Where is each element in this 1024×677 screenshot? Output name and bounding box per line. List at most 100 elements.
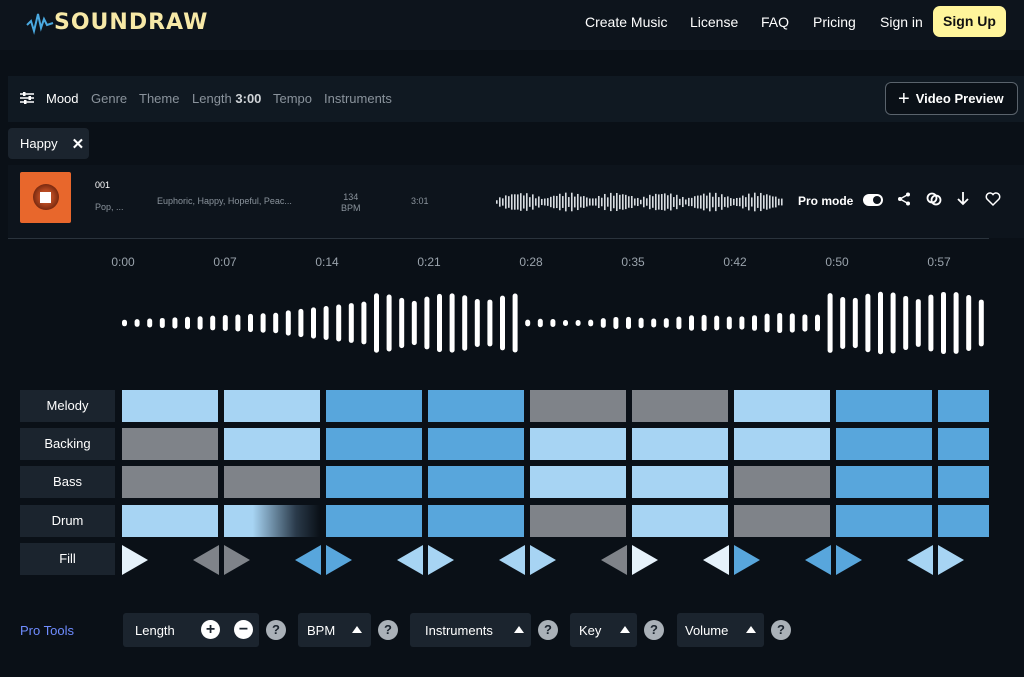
sliders-icon[interactable] [20, 91, 34, 105]
stop-icon[interactable] [40, 192, 51, 203]
filter-length[interactable]: Length 3:00 [192, 91, 261, 106]
fill-right-arrow[interactable] [836, 545, 862, 575]
fill-left-arrow[interactable] [193, 545, 219, 575]
section-block[interactable] [836, 466, 932, 498]
fill-left-arrow[interactable] [907, 545, 933, 575]
section-block[interactable] [938, 428, 989, 460]
mini-waveform-bar [502, 198, 504, 206]
fill-left-arrow[interactable] [703, 545, 729, 575]
row-label-backing[interactable]: Backing [20, 428, 115, 460]
fill-left-arrow[interactable] [397, 545, 423, 575]
track-bpm: 134 BPM [341, 192, 361, 214]
volume-tool[interactable]: Volume [677, 613, 764, 647]
fill-right-arrow[interactable] [530, 545, 556, 575]
mini-waveform-bar [736, 197, 738, 207]
instruments-tool[interactable]: Instruments [410, 613, 531, 647]
fill-right-arrow[interactable] [734, 545, 760, 575]
help-icon[interactable]: ? [644, 620, 664, 640]
video-preview-button[interactable]: + Video Preview [885, 82, 1018, 115]
section-block[interactable] [734, 390, 830, 422]
nav-pricing[interactable]: Pricing [813, 14, 856, 30]
section-block[interactable] [122, 466, 218, 498]
mini-waveform-bar [619, 194, 621, 210]
section-block[interactable] [836, 390, 932, 422]
fill-left-arrow[interactable] [601, 545, 627, 575]
section-block[interactable] [530, 390, 626, 422]
fill-right-arrow[interactable] [122, 545, 148, 575]
pro-mode-toggle[interactable] [863, 194, 883, 206]
share-icon[interactable] [896, 191, 912, 207]
row-label-bass[interactable]: Bass [20, 466, 115, 498]
filter-theme[interactable]: Theme [139, 91, 179, 106]
section-block[interactable] [326, 466, 422, 498]
section-block[interactable] [122, 505, 218, 537]
filter-instruments[interactable]: Instruments [324, 91, 392, 106]
mini-waveform[interactable] [496, 190, 786, 214]
waveform-bar [424, 296, 430, 350]
section-block[interactable] [530, 428, 626, 460]
section-block[interactable] [530, 466, 626, 498]
section-block[interactable] [428, 390, 524, 422]
section-block[interactable] [836, 428, 932, 460]
logo[interactable]: SOUNDRAW [26, 10, 208, 35]
section-block[interactable] [938, 390, 989, 422]
close-icon[interactable]: ✕ [72, 135, 85, 153]
filter-genre[interactable]: Genre [91, 91, 127, 106]
nav-sign-in[interactable]: Sign in [880, 14, 923, 30]
section-block[interactable] [632, 428, 728, 460]
download-icon[interactable] [955, 191, 971, 207]
section-block[interactable] [632, 390, 728, 422]
fill-left-arrow[interactable] [499, 545, 525, 575]
section-block[interactable] [326, 505, 422, 537]
help-icon[interactable]: ? [266, 620, 286, 640]
row-label-drum[interactable]: Drum [20, 505, 115, 537]
track-row[interactable]: 001 Pop, ... Euphoric, Happy, Hopeful, P… [8, 165, 1024, 238]
similar-icon[interactable] [926, 191, 942, 207]
fill-right-arrow[interactable] [326, 545, 352, 575]
section-block[interactable] [836, 505, 932, 537]
minus-icon[interactable]: − [234, 620, 253, 639]
section-block[interactable] [326, 390, 422, 422]
section-block[interactable] [938, 505, 989, 537]
fill-right-arrow[interactable] [428, 545, 454, 575]
section-block[interactable] [224, 428, 320, 460]
section-block[interactable] [734, 505, 830, 537]
section-block[interactable] [734, 466, 830, 498]
help-icon[interactable]: ? [378, 620, 398, 640]
nav-license[interactable]: License [690, 14, 738, 30]
section-block[interactable] [122, 390, 218, 422]
key-tool[interactable]: Key [570, 613, 637, 647]
nav-faq[interactable]: FAQ [761, 14, 789, 30]
heart-icon[interactable] [985, 191, 1001, 207]
help-icon[interactable]: ? [771, 620, 791, 640]
row-label-fill[interactable]: Fill [20, 543, 115, 575]
filter-tempo[interactable]: Tempo [273, 91, 312, 106]
track-cover[interactable] [20, 172, 71, 223]
section-block[interactable] [326, 428, 422, 460]
section-block[interactable] [224, 466, 320, 498]
section-block[interactable] [428, 466, 524, 498]
fill-right-arrow[interactable] [224, 545, 250, 575]
main-waveform[interactable] [118, 288, 990, 358]
bpm-tool[interactable]: BPM [298, 613, 371, 647]
fill-left-arrow[interactable] [805, 545, 831, 575]
fill-left-arrow[interactable] [295, 545, 321, 575]
fill-right-arrow[interactable] [938, 545, 964, 575]
help-icon[interactable]: ? [538, 620, 558, 640]
section-block[interactable] [224, 390, 320, 422]
section-block[interactable] [734, 428, 830, 460]
filter-mood[interactable]: Mood [46, 91, 79, 106]
section-block[interactable] [224, 505, 320, 537]
section-block[interactable] [428, 428, 524, 460]
section-block[interactable] [632, 505, 728, 537]
nav-create-music[interactable]: Create Music [585, 14, 667, 30]
section-block[interactable] [428, 505, 524, 537]
section-block[interactable] [632, 466, 728, 498]
sign-up-button[interactable]: Sign Up [933, 6, 1006, 37]
fill-right-arrow[interactable] [632, 545, 658, 575]
section-block[interactable] [938, 466, 989, 498]
section-block[interactable] [122, 428, 218, 460]
plus-icon[interactable]: + [201, 620, 220, 639]
section-block[interactable] [530, 505, 626, 537]
row-label-melody[interactable]: Melody [20, 390, 115, 422]
